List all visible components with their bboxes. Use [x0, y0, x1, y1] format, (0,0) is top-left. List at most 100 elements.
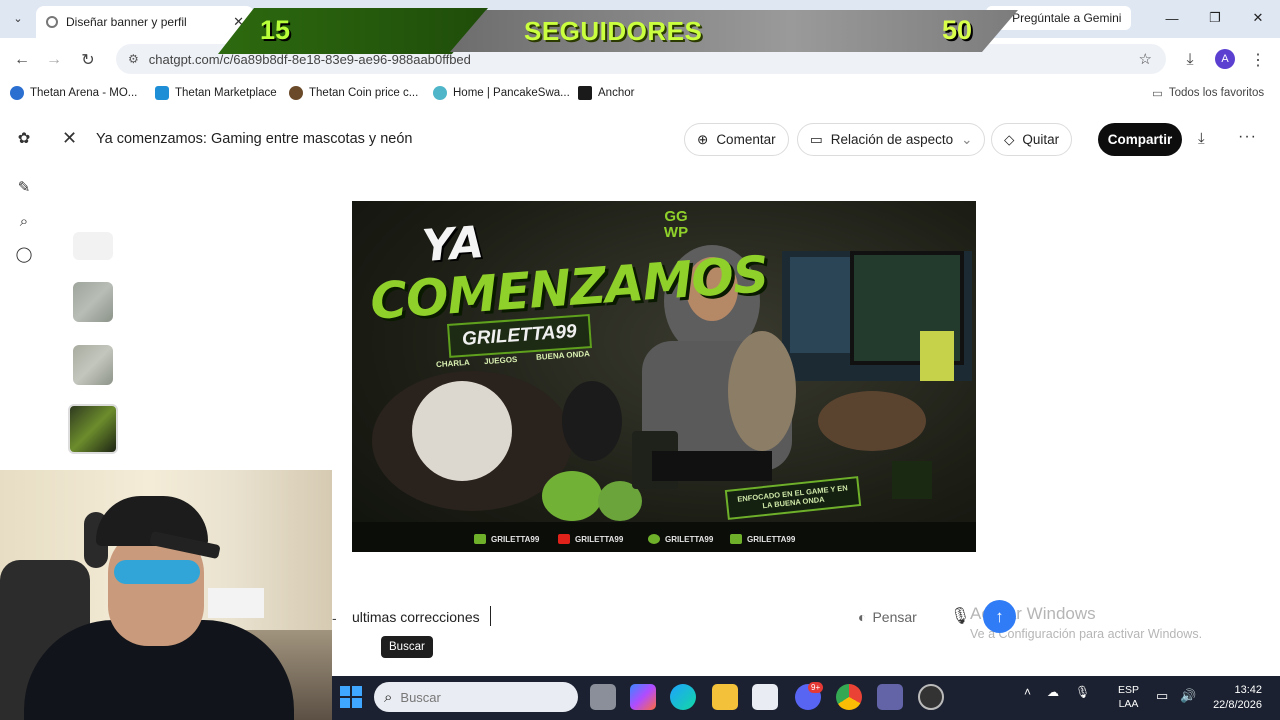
- taskbar-search[interactable]: ⌕ Buscar: [374, 682, 578, 712]
- social-handle: GRILETTA99: [575, 534, 624, 544]
- file-explorer-icon[interactable]: [712, 684, 738, 710]
- banner-social-item: GRILETTA99: [558, 534, 623, 544]
- banner-title-line1: YA: [420, 216, 486, 273]
- site-info-icon[interactable]: ⚙: [128, 52, 139, 66]
- task-view-icon[interactable]: [590, 684, 616, 710]
- cloud-icon[interactable]: ☁: [1047, 685, 1059, 699]
- taskbar-clock[interactable]: 13:42 22/8/2026: [1204, 683, 1262, 713]
- webcam-glasses: [114, 560, 200, 584]
- bookmark-item[interactable]: Anchor: [578, 86, 634, 100]
- follower-goal-target: 50: [942, 15, 973, 45]
- thetan-icon: [10, 86, 24, 100]
- bookmark-label: Thetan Marketplace: [175, 87, 277, 99]
- clock-time: 13:42: [1234, 684, 1262, 696]
- think-icon: ◐: [858, 609, 867, 625]
- send-button[interactable]: ↑: [983, 600, 1016, 633]
- share-button[interactable]: Compartir: [1098, 123, 1182, 156]
- bookmark-item[interactable]: Thetan Coin price c...: [289, 86, 418, 100]
- image-thumbnail[interactable]: [73, 232, 113, 260]
- chevron-up-icon[interactable]: ˄: [1024, 685, 1031, 699]
- image-thumbnail[interactable]: [73, 282, 113, 322]
- text-caret: [490, 606, 491, 626]
- comment-label: Comentar: [716, 132, 776, 147]
- gemini-label: Pregúntale a Gemini: [1012, 11, 1122, 25]
- follower-goal-progress: [218, 8, 488, 54]
- windows-start-icon[interactable]: [340, 686, 362, 708]
- think-label: Pensar: [872, 609, 917, 625]
- aspect-ratio-icon: ▭: [810, 131, 823, 147]
- all-favorites-folder[interactable]: ▭ Todos los favoritos: [1152, 86, 1264, 100]
- bookmark-label: Anchor: [598, 87, 635, 99]
- image-thumbnail-selected[interactable]: [68, 404, 118, 454]
- tab-title: Diseñar banner y perfil: [66, 15, 187, 29]
- tiktok-icon: [730, 534, 742, 544]
- language-indicator[interactable]: ESP LAA: [1118, 683, 1139, 711]
- eraser-icon: ◇: [1004, 131, 1015, 147]
- remove-button[interactable]: ◇ Quitar: [991, 123, 1073, 156]
- reload-icon[interactable]: ↻: [78, 50, 98, 70]
- social-handle: GRILETTA99: [665, 534, 714, 544]
- aspect-ratio-label: Relación de aspecto: [830, 132, 954, 147]
- chrome-icon[interactable]: [836, 684, 862, 710]
- folder-icon: ▭: [1152, 88, 1163, 100]
- all-favorites-label: Todos los favoritos: [1168, 87, 1265, 99]
- follower-goal-title: SEGUIDORES: [524, 16, 703, 46]
- youtube-icon: [558, 534, 570, 544]
- prompt-input[interactable]: ultimas correcciones: [352, 609, 480, 625]
- copilot-icon[interactable]: [630, 684, 656, 710]
- profile-avatar[interactable]: A: [1215, 49, 1235, 69]
- search-tooltip: Buscar: [381, 636, 433, 658]
- coin-icon: [289, 86, 303, 100]
- close-icon[interactable]: ✕: [62, 128, 77, 149]
- social-handle: GRILETTA99: [747, 534, 796, 544]
- network-icon[interactable]: ▭: [1156, 688, 1168, 704]
- plus-icon[interactable]: -: [332, 610, 337, 626]
- more-options-icon[interactable]: ···: [1238, 128, 1257, 146]
- think-button[interactable]: ◐ Pensar: [858, 609, 917, 625]
- image-thumbnail[interactable]: [73, 345, 113, 385]
- microphone-tray-icon[interactable]: 🎙: [1075, 685, 1090, 699]
- aspect-ratio-button[interactable]: ▭ Relación de aspecto ⌄: [797, 123, 986, 156]
- instagram-icon: [648, 534, 660, 544]
- pancakeswap-icon: [433, 86, 447, 100]
- browser-menu-icon[interactable]: ⋮: [1248, 50, 1268, 70]
- twitch-icon: [474, 534, 486, 544]
- webcam-box: [208, 588, 264, 618]
- social-handle: GRILETTA99: [491, 534, 540, 544]
- app-icon[interactable]: [918, 684, 944, 710]
- chat-bubble-icon[interactable]: ◯: [14, 244, 34, 264]
- window-close-icon[interactable]: ✕: [1248, 8, 1268, 28]
- anchor-icon: [578, 86, 592, 100]
- minimize-icon[interactable]: —: [1162, 8, 1182, 28]
- teams-icon[interactable]: [877, 684, 903, 710]
- bookmark-item[interactable]: Home | PancakeSwa...: [433, 86, 570, 100]
- keyboard-layout: LAA: [1118, 698, 1139, 710]
- tab-search-icon[interactable]: ⌄: [8, 8, 28, 28]
- banner-social-item: GRILETTA99: [730, 534, 795, 544]
- add-comment-icon: ⊕: [697, 131, 709, 147]
- thetan-marketplace-icon: [155, 86, 169, 100]
- generated-banner-image[interactable]: YA COMENZAMOS GRILETTA99 CHARLA JUEGOS B…: [352, 201, 976, 552]
- app-sidebar: [0, 118, 48, 478]
- bookmark-item[interactable]: Thetan Arena - MO...: [10, 86, 137, 100]
- page-title: Ya comenzamos: Gaming entre mascotas y n…: [96, 131, 413, 147]
- edge-icon[interactable]: [670, 684, 696, 710]
- banner-social-item: GRILETTA99: [648, 534, 713, 544]
- chevron-down-icon: ⌄: [961, 131, 973, 147]
- bookmark-label: Thetan Arena - MO...: [30, 87, 138, 99]
- download-icon[interactable]: ⤓: [1198, 130, 1205, 147]
- store-icon[interactable]: [752, 684, 778, 710]
- back-arrow-icon[interactable]: ←: [12, 50, 32, 70]
- search-icon: ⌕: [384, 688, 393, 706]
- volume-icon[interactable]: 🔊: [1180, 688, 1196, 704]
- bookmark-star-icon[interactable]: ☆: [1139, 50, 1152, 68]
- downloads-icon[interactable]: ⤓: [1180, 50, 1200, 70]
- restore-icon[interactable]: ❐: [1205, 8, 1225, 28]
- microphone-icon[interactable]: 🎙: [950, 606, 970, 626]
- search-icon[interactable]: ⌕: [14, 211, 34, 231]
- openai-logo-icon[interactable]: ✿: [14, 128, 34, 148]
- bookmark-item[interactable]: Thetan Marketplace: [155, 86, 277, 100]
- forward-arrow-icon[interactable]: →: [44, 50, 64, 70]
- comment-button[interactable]: ⊕ Comentar: [684, 123, 789, 156]
- new-chat-icon[interactable]: ✎: [14, 177, 34, 197]
